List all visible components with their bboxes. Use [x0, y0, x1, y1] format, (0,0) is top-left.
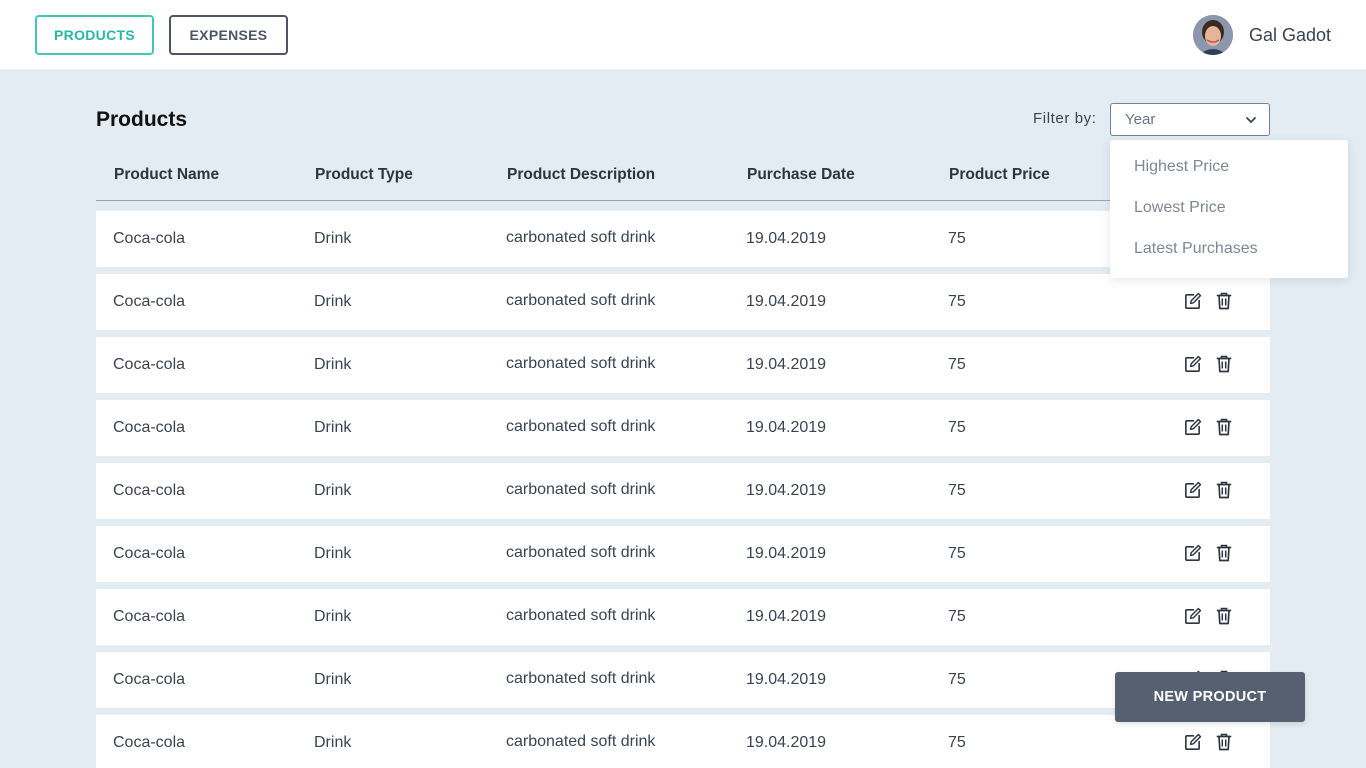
- table-row[interactable]: Coca-cola Drink carbonated soft drink 19.04…: [96, 211, 1270, 267]
- trash-icon[interactable]: [1214, 543, 1234, 563]
- cell-purchase-date: 19.04.2019: [746, 419, 827, 436]
- cell-product-description: carbonated soft drink: [506, 607, 656, 624]
- table-row[interactable]: Coca-cola Drink carbonated soft drink 19.04…: [96, 526, 1270, 582]
- cell-product-type: Drink: [314, 482, 352, 499]
- table-row[interactable]: Coca-cola Drink carbonated soft drink 19.04…: [96, 589, 1270, 645]
- chevron-down-icon: [1246, 116, 1256, 123]
- user-profile[interactable]: Gal Gadot: [1192, 15, 1331, 55]
- filter-select[interactable]: Year: [1110, 103, 1270, 136]
- trash-icon[interactable]: [1214, 732, 1234, 752]
- cell-product-description: carbonated soft drink: [506, 544, 656, 561]
- cell-product-name: Coca-cola: [113, 419, 186, 436]
- cell-product-description: carbonated soft drink: [506, 481, 656, 498]
- table-header: Product Name Product Type Product Descri…: [96, 148, 1270, 201]
- cell-product-description: carbonated soft drink: [506, 670, 656, 687]
- edit-icon[interactable]: [1182, 354, 1202, 374]
- cell-product-name: Coca-cola: [113, 734, 186, 751]
- cell-product-price: 75: [948, 293, 966, 310]
- table-row[interactable]: Coca-cola Drink carbonated soft drink 19.04…: [96, 274, 1270, 330]
- cell-purchase-date: 19.04.2019: [746, 482, 827, 499]
- cell-product-name: Coca-cola: [113, 293, 186, 310]
- cell-purchase-date: 19.04.2019: [746, 545, 827, 562]
- row-actions: [1182, 417, 1234, 437]
- column-header-product-name[interactable]: Product Name: [114, 166, 219, 184]
- cell-product-price: 75: [948, 671, 966, 688]
- column-header-purchase-date[interactable]: Purchase Date: [747, 166, 855, 184]
- row-actions: [1182, 606, 1234, 626]
- cell-product-price: 75: [948, 734, 966, 751]
- column-header-product-price[interactable]: Product Price: [949, 166, 1050, 184]
- row-actions: [1182, 291, 1234, 311]
- edit-icon[interactable]: [1182, 480, 1202, 500]
- page-title: Products: [96, 108, 188, 131]
- trash-icon[interactable]: [1214, 606, 1234, 626]
- trash-icon[interactable]: [1214, 480, 1234, 500]
- cell-product-price: 75: [948, 545, 966, 562]
- filter-dropdown-menu: Highest Price Lowest Price Latest Purcha…: [1110, 140, 1348, 278]
- filter-option-highest-price[interactable]: Highest Price: [1134, 158, 1229, 176]
- cell-product-type: Drink: [314, 230, 352, 247]
- cell-product-price: 75: [948, 608, 966, 625]
- cell-product-type: Drink: [314, 419, 352, 436]
- cell-purchase-date: 19.04.2019: [746, 734, 827, 751]
- filter-option-latest-purchases[interactable]: Latest Purchases: [1134, 240, 1258, 258]
- avatar[interactable]: [1192, 15, 1233, 55]
- trash-icon[interactable]: [1214, 291, 1234, 311]
- row-actions: [1182, 354, 1234, 374]
- cell-purchase-date: 19.04.2019: [746, 230, 827, 247]
- cell-purchase-date: 19.04.2019: [746, 356, 827, 373]
- row-actions: [1182, 732, 1234, 752]
- column-header-product-type[interactable]: Product Type: [315, 166, 413, 184]
- edit-icon[interactable]: [1182, 543, 1202, 563]
- cell-product-name: Coca-cola: [113, 230, 186, 247]
- top-bar: PRODUCTS EXPENSES Gal Gadot: [0, 0, 1366, 69]
- cell-product-type: Drink: [314, 545, 352, 562]
- filter-option-lowest-price[interactable]: Lowest Price: [1134, 199, 1226, 217]
- cell-product-name: Coca-cola: [113, 482, 186, 499]
- column-header-product-description[interactable]: Product Description: [507, 166, 655, 184]
- table-row[interactable]: Coca-cola Drink carbonated soft drink 19.04…: [96, 337, 1270, 393]
- trash-icon[interactable]: [1214, 417, 1234, 437]
- cell-product-description: carbonated soft drink: [506, 229, 656, 246]
- cell-product-description: carbonated soft drink: [506, 355, 656, 372]
- products-tab-button[interactable]: PRODUCTS: [35, 15, 154, 55]
- table-row[interactable]: Coca-cola Drink carbonated soft drink 19.04…: [96, 400, 1270, 456]
- filter-selected-value: Year: [1125, 111, 1156, 128]
- cell-product-description: carbonated soft drink: [506, 292, 656, 309]
- cell-product-name: Coca-cola: [113, 356, 186, 373]
- cell-product-description: carbonated soft drink: [506, 418, 656, 435]
- cell-product-type: Drink: [314, 734, 352, 751]
- cell-product-price: 75: [948, 482, 966, 499]
- cell-purchase-date: 19.04.2019: [746, 671, 827, 688]
- row-actions: [1182, 480, 1234, 500]
- cell-product-name: Coca-cola: [113, 608, 186, 625]
- cell-product-type: Drink: [314, 671, 352, 688]
- cell-product-description: carbonated soft drink: [506, 733, 656, 750]
- cell-product-type: Drink: [314, 608, 352, 625]
- cell-product-name: Coca-cola: [113, 671, 186, 688]
- edit-icon[interactable]: [1182, 291, 1202, 311]
- user-name: Gal Gadot: [1248, 24, 1331, 45]
- edit-icon[interactable]: [1182, 732, 1202, 752]
- cell-product-name: Coca-cola: [113, 545, 186, 562]
- cell-purchase-date: 19.04.2019: [746, 293, 827, 310]
- table-row[interactable]: Coca-cola Drink carbonated soft drink 19.04…: [96, 463, 1270, 519]
- cell-purchase-date: 19.04.2019: [746, 608, 827, 625]
- edit-icon[interactable]: [1182, 606, 1202, 626]
- table-row[interactable]: Coca-cola Drink carbonated soft drink 19.04…: [96, 715, 1270, 768]
- cell-product-price: 75: [948, 230, 966, 247]
- new-product-button[interactable]: NEW PRODUCT: [1115, 672, 1305, 722]
- table-row[interactable]: Coca-cola Drink carbonated soft drink 19.04…: [96, 652, 1270, 708]
- expenses-tab-button[interactable]: EXPENSES: [169, 15, 288, 55]
- row-actions: [1182, 543, 1234, 563]
- avatar-image: [1192, 15, 1233, 55]
- filter-label: Filter by:: [1033, 110, 1097, 127]
- cell-product-type: Drink: [314, 356, 352, 373]
- cell-product-price: 75: [948, 356, 966, 373]
- cell-product-type: Drink: [314, 293, 352, 310]
- edit-icon[interactable]: [1182, 417, 1202, 437]
- cell-product-price: 75: [948, 419, 966, 436]
- trash-icon[interactable]: [1214, 354, 1234, 374]
